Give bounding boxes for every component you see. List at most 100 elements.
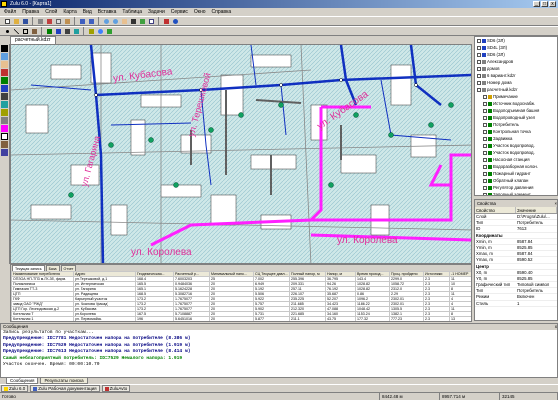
layer-item[interactable]: Участок водопровод. — [475, 142, 557, 149]
taskbar-item[interactable]: Zulu 6.0 — [1, 385, 29, 392]
layer-item[interactable]: Водоразборная колон. — [475, 163, 557, 170]
layer-item[interactable]: Участок водопровод. — [475, 149, 557, 156]
label-icon[interactable] — [1, 117, 8, 124]
layer-item[interactable]: Александров — [475, 58, 557, 65]
redo-button[interactable] — [87, 17, 95, 25]
text-icon[interactable] — [1, 141, 8, 148]
menu-help[interactable]: Справка — [212, 8, 232, 16]
menu-service[interactable]: Сервис — [171, 8, 188, 16]
layer-item[interactable]: Водопроводный узел — [475, 114, 557, 121]
layer-checkbox[interactable] — [477, 87, 481, 92]
layer-item[interactable]: Регулятор давления — [475, 184, 557, 191]
measure-button[interactable] — [87, 27, 95, 35]
layer-checkbox[interactable] — [483, 129, 487, 134]
maximize-button[interactable]: □ — [541, 1, 548, 7]
layer-checkbox[interactable] — [483, 150, 487, 155]
hand-icon[interactable] — [1, 61, 8, 68]
tab-report[interactable]: Отчет — [60, 265, 77, 271]
select-arrow-icon[interactable] — [1, 45, 8, 52]
menu-edit[interactable]: Правка — [22, 8, 39, 16]
pipe-icon[interactable] — [1, 85, 8, 92]
undo-button[interactable] — [78, 17, 86, 25]
draw-point-button[interactable] — [3, 27, 11, 35]
layer-item[interactable]: Насосная станция — [475, 156, 557, 163]
layer-item[interactable]: Задвижка — [475, 135, 557, 142]
refresh-button[interactable] — [105, 27, 113, 35]
help-button[interactable] — [171, 17, 179, 25]
minimize-button[interactable]: _ — [533, 1, 540, 7]
layer-checkbox[interactable] — [483, 185, 487, 190]
layer-checkbox[interactable] — [483, 171, 487, 176]
layer-checkbox[interactable] — [477, 52, 481, 57]
layer-checkbox[interactable] — [483, 178, 487, 183]
layer-checkbox[interactable] — [477, 66, 481, 71]
layers-button[interactable] — [138, 17, 146, 25]
column-header[interactable]: СЦ Текущее давл... — [253, 271, 290, 277]
zoom-icon[interactable] — [1, 53, 8, 60]
layer-checkbox[interactable] — [483, 115, 487, 120]
layer-checkbox[interactable] — [477, 38, 481, 43]
layer-item[interactable]: Запорный элемент — [475, 191, 557, 195]
select-button[interactable] — [129, 17, 137, 25]
layer-item[interactable]: Примечание — [475, 93, 557, 100]
ruler-icon[interactable] — [1, 109, 8, 116]
menu-file[interactable]: Файл — [4, 8, 16, 16]
close-icon[interactable]: × — [554, 200, 557, 207]
layer-item[interactable]: Пожарный гидрант — [475, 170, 557, 177]
draw-polygon-button[interactable] — [21, 27, 29, 35]
layer-item[interactable]: SD6 (ЗЛ) — [475, 51, 557, 58]
layer-checkbox[interactable] — [477, 59, 481, 64]
menu-view[interactable]: Вид — [83, 8, 92, 16]
menu-tasks[interactable]: Задачи — [148, 8, 165, 16]
taskbar-item[interactable]: ZuluAvto — [101, 385, 131, 392]
layer-checkbox[interactable] — [483, 157, 487, 162]
layer-item[interactable]: Потребитель — [475, 121, 557, 128]
valve-button[interactable] — [63, 27, 71, 35]
close-icon[interactable]: x — [555, 324, 557, 330]
layer-item[interactable]: расчетный.kdzr — [475, 86, 557, 93]
layer-checkbox[interactable] — [483, 136, 487, 141]
table-button[interactable] — [147, 17, 155, 25]
tab-current-record[interactable]: Текущая запись — [12, 265, 45, 271]
consumer-button[interactable] — [72, 27, 80, 35]
paste-button[interactable] — [63, 17, 71, 25]
layer-item[interactable]: домов — [475, 65, 557, 72]
info-button[interactable] — [96, 27, 104, 35]
menu-table[interactable]: Таблица — [122, 8, 142, 16]
layer-checkbox[interactable] — [477, 73, 481, 78]
menu-layer[interactable]: Слой — [45, 8, 57, 16]
cut-button[interactable] — [45, 17, 53, 25]
delete-icon[interactable] — [1, 69, 8, 76]
tab-base[interactable]: База — [45, 265, 60, 271]
tab-map[interactable]: расчетный.kdzr — [10, 36, 56, 44]
layer-checkbox[interactable] — [483, 94, 487, 99]
calc-button[interactable] — [162, 17, 170, 25]
new-file-button[interactable] — [3, 17, 11, 25]
path-icon[interactable] — [1, 125, 8, 132]
layer-checkbox[interactable] — [483, 101, 487, 106]
table-row[interactable]: Гимназия № 2ул. Чехова Улица, д-5161.51.… — [12, 322, 473, 323]
layer-checkbox[interactable] — [477, 45, 481, 50]
map-canvas[interactable]: ул. Кубасова ул. Терешковой ул. Гагарина… — [10, 44, 472, 264]
menu-window[interactable]: Окно — [194, 8, 206, 16]
open-button[interactable] — [12, 17, 20, 25]
layer-checkbox[interactable] — [483, 164, 487, 169]
layer-checkbox[interactable] — [483, 192, 487, 195]
layer-checkbox[interactable] — [483, 122, 487, 127]
zoom-in-button[interactable] — [102, 17, 110, 25]
print-button[interactable] — [36, 17, 44, 25]
layer-checkbox[interactable] — [483, 108, 487, 113]
layer-item[interactable]: SD4L (ЗЛ) — [475, 44, 557, 51]
pan-button[interactable] — [120, 17, 128, 25]
layer-item[interactable]: Контрольная точка — [475, 128, 557, 135]
node-icon[interactable] — [1, 77, 8, 84]
consumer-icon[interactable] — [1, 101, 8, 108]
layer-item[interactable]: Обратный клапан — [475, 177, 557, 184]
layer-icon[interactable] — [1, 149, 8, 156]
taskbar-item[interactable]: Zulu Рабочая документация — [30, 385, 100, 392]
menu-insert[interactable]: Вставка — [98, 8, 117, 16]
draw-text-button[interactable] — [30, 27, 38, 35]
save-button[interactable] — [21, 17, 29, 25]
layer-item[interactable]: Источник водоснабж. — [475, 100, 557, 107]
box-icon[interactable] — [1, 133, 8, 140]
